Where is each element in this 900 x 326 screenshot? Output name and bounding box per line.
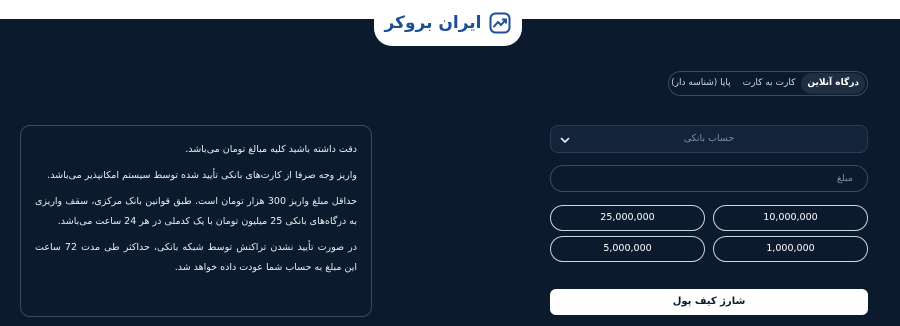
preset-amount-button[interactable]: 5,000,000 [550,236,705,262]
charge-wallet-button[interactable]: شارژ کیف پول [550,289,868,315]
notice-line: در صورت تأیید نشدن تراکنش توسط شبکه بانک… [35,242,357,273]
amount-input[interactable] [550,165,868,192]
notice-line: واریز وجه صرفا از کارت‌های بانکی تأیید ش… [47,170,357,181]
tab-paya[interactable]: پایا (شناسه دار) [665,73,736,94]
bank-account-select[interactable]: حساب بانکی [550,125,868,153]
trend-chart-icon [489,12,511,34]
logo-text: ایران بروکر [384,13,482,33]
tab-online-gateway[interactable]: درگاه آنلاین [801,73,865,94]
chevron-down-icon [560,137,570,143]
preset-amount-button[interactable]: 1,000,000 [713,236,868,262]
payment-method-tabs: درگاه آنلاین کارت به کارت پایا (شناسه دا… [668,71,868,96]
preset-amount-button[interactable]: 10,000,000 [713,205,868,231]
deposit-notice-box: دقت داشته باشید کلیه مبالغ تومان می‌باشد… [20,125,372,317]
tab-card-to-card[interactable]: کارت به کارت [737,73,802,94]
bank-account-placeholder: حساب بانکی [683,133,735,144]
wallet-charge-panel: درگاه آنلاین کارت به کارت پایا (شناسه دا… [0,19,900,326]
logo-tab: ایران بروکر [374,0,522,46]
notice-line: دقت داشته باشید کلیه مبالغ تومان می‌باشد… [185,144,357,155]
preset-amount-button[interactable]: 25,000,000 [550,205,705,231]
notice-line: حداقل مبلغ واریز 300 هزار تومان است. طبق… [35,196,357,227]
